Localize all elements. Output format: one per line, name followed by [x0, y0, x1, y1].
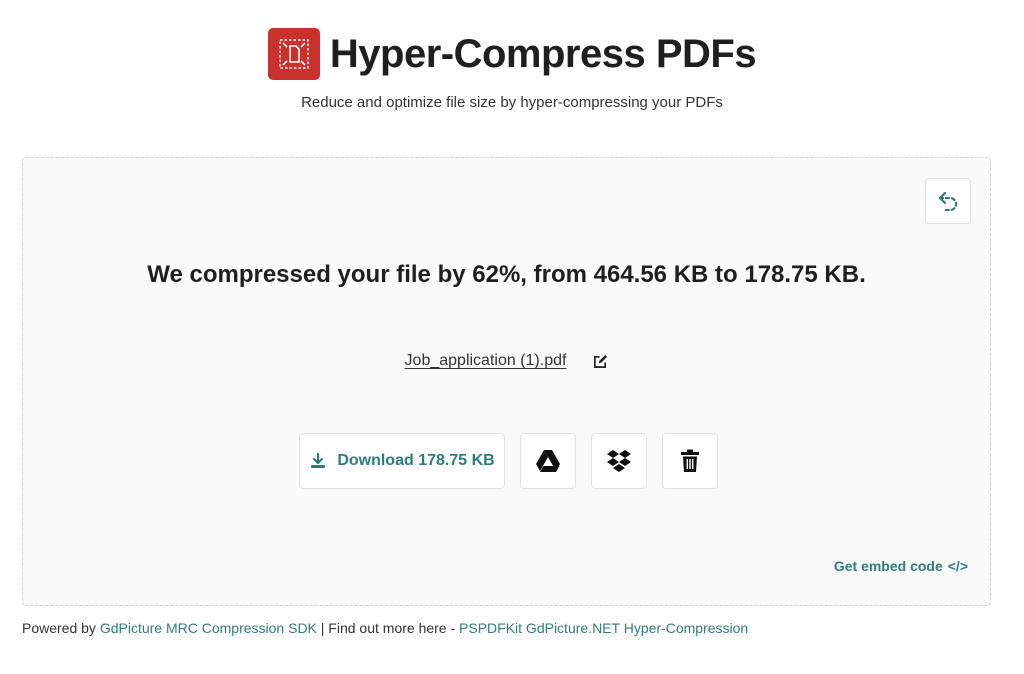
- download-button[interactable]: Download 178.75 KB: [299, 433, 505, 489]
- footer-prefix: Powered by: [22, 620, 100, 636]
- embed-label: Get embed code: [833, 558, 943, 574]
- google-drive-icon: [536, 450, 560, 472]
- code-brackets-icon: </>: [947, 558, 968, 574]
- save-to-dropbox-button[interactable]: [591, 433, 647, 489]
- page-header: Hyper-Compress PDFs Reduce and optimize …: [0, 26, 1024, 111]
- save-to-google-drive-button[interactable]: [520, 433, 576, 489]
- trash-icon: [681, 449, 699, 472]
- download-label: Download 178.75 KB: [337, 452, 495, 469]
- footer: Powered by GdPicture MRC Compression SDK…: [22, 620, 748, 636]
- file-row: Job_application (1).pdf: [23, 352, 990, 370]
- undo-button[interactable]: [925, 178, 971, 224]
- app-title: Hyper-Compress PDFs: [329, 31, 757, 76]
- gdpicture-sdk-link[interactable]: GdPicture MRC Compression SDK: [100, 620, 317, 636]
- compress-pdf-logo-icon: [267, 28, 320, 80]
- edit-filename-icon[interactable]: [592, 353, 608, 369]
- dropbox-icon: [607, 450, 631, 472]
- file-name-link[interactable]: Job_application (1).pdf: [405, 352, 567, 370]
- pspdfkit-link[interactable]: PSPDFKit GdPicture.NET Hyper-Compression: [459, 620, 748, 636]
- get-embed-code-link[interactable]: Get embed code </>: [834, 558, 968, 574]
- undo-icon: [938, 191, 958, 212]
- footer-middle: | Find out more here -: [316, 620, 460, 636]
- download-icon: [311, 452, 326, 468]
- result-panel: We compressed your file by 62%, from 464…: [22, 157, 991, 606]
- compression-result-message: We compressed your file by 62%, from 464…: [147, 261, 866, 288]
- app-subtitle: Reduce and optimize file size by hyper-c…: [301, 94, 723, 111]
- title-row: Hyper-Compress PDFs: [0, 26, 1024, 82]
- action-buttons: Download 178.75 KB: [299, 433, 718, 489]
- delete-file-button[interactable]: [662, 433, 718, 489]
